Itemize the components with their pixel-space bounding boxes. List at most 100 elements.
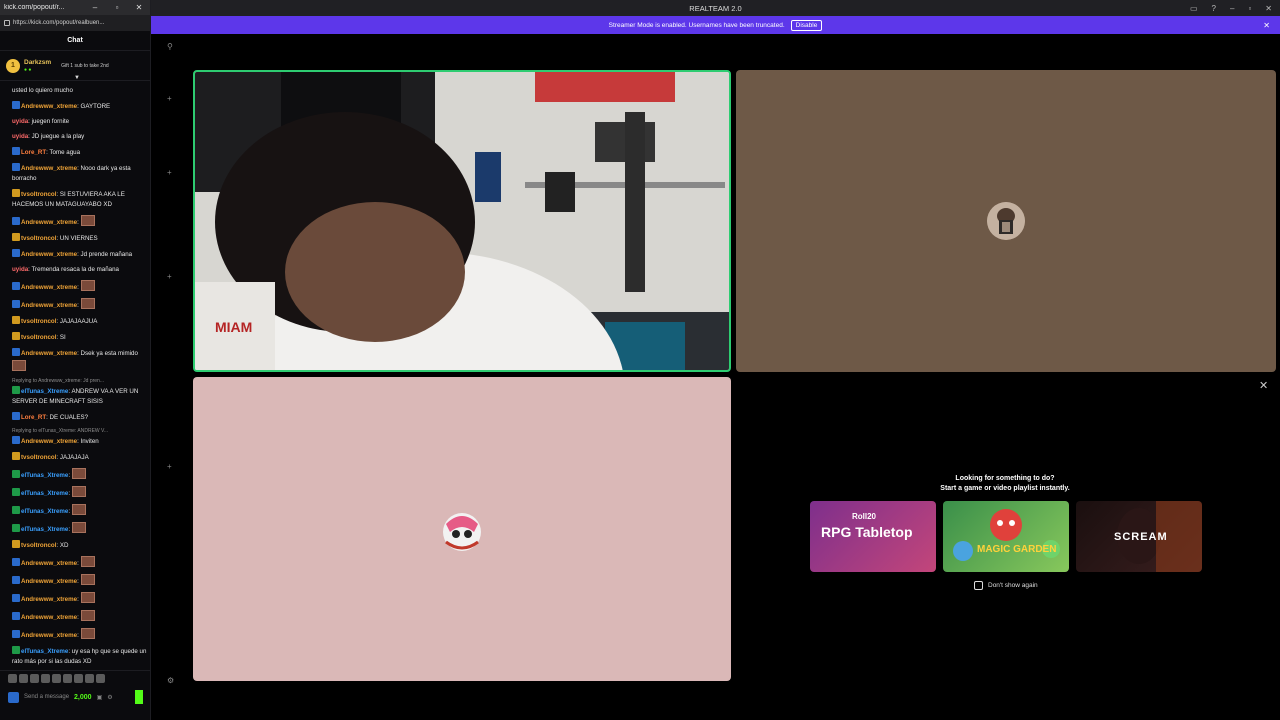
chat-message[interactable]: Andrewww_xtreme: [12,555,147,569]
chat-message[interactable]: elTunas_Xtreme: [12,467,147,481]
chat-message[interactable]: elTunas_Xtreme: [12,485,147,499]
chat-message[interactable]: Andrewww_xtreme: GAYTORE [12,101,147,112]
chevron-down-icon[interactable]: ▼ [74,75,80,81]
emote-icon[interactable] [85,674,94,683]
inbox-icon[interactable]: ▭ [1190,4,1198,13]
help-icon[interactable]: ? [1212,4,1216,13]
chat-username[interactable]: uyida [12,266,28,273]
emote-icon[interactable] [30,674,39,683]
chat-message[interactable]: elTunas_Xtreme: ANDREW VA A VER UN SERVE… [12,385,147,407]
chat-message[interactable]: usted lo quiero mucho [12,86,147,96]
emote-icon[interactable] [8,674,17,683]
chat-username[interactable]: Andrewww_xtreme [21,350,77,357]
chat-username[interactable]: Andrewww_xtreme [21,219,77,226]
chat-input[interactable]: Send a message [24,694,69,700]
minimize-icon[interactable]: – [1230,4,1234,13]
chat-username[interactable]: Andrewww_xtreme [21,284,77,291]
plus-icon[interactable]: + [167,462,172,471]
chat-username[interactable]: Andrewww_xtreme [21,632,77,639]
activity-card-magic-garden[interactable]: MAGIC GARDEN [943,501,1069,572]
chat-username[interactable]: Andrewww_xtreme [21,438,77,445]
chat-username[interactable]: elTunas_Xtreme [21,508,68,515]
chat-message[interactable]: Andrewww_xtreme: Jd prende mañana [12,249,147,260]
chat-message[interactable]: Andrewww_xtreme: [12,298,147,311]
dont-show-again-checkbox[interactable]: Don't show again [974,581,1038,590]
chat-username[interactable]: Andrewww_xtreme [21,302,77,309]
channel-points[interactable]: 2,000 [74,694,92,701]
chat-username[interactable]: elTunas_Xtreme [21,490,68,497]
chat-username[interactable]: Andrewww_xtreme [21,103,77,110]
chat-username[interactable]: Andrewww_xtreme [21,560,77,567]
maximize-icon[interactable]: ▫ [1248,4,1251,13]
plus-icon[interactable]: + [167,168,172,177]
plus-icon[interactable]: + [167,94,172,103]
disable-button[interactable]: Disable [790,19,823,31]
chat-message[interactable]: Andrewww_xtreme: [12,627,147,641]
chat-message[interactable]: tvsoltroncol: JAJAJAAJUA [12,316,147,327]
close-icon[interactable]: ✕ [1265,4,1272,13]
chat-message[interactable]: Andrewww_xtreme: Inviten [12,435,147,447]
chat-username[interactable]: elTunas_Xtreme [21,388,68,395]
emote-icon[interactable] [74,674,83,683]
chat-message[interactable]: uyida: JD juegue a la play [12,132,147,142]
send-button[interactable] [135,690,143,704]
emote-icon[interactable] [52,674,61,683]
activity-card-rpg-tabletop[interactable]: Roll20 RPG Tabletop [810,501,936,572]
user-icon[interactable]: ⚲ [167,42,173,51]
chat-username[interactable]: tvsoltroncol [21,454,56,461]
chat-message[interactable]: tvsoltroncol: SI ESTUVIERA AKA LE HACEMO… [12,189,147,210]
emote-icon[interactable] [96,674,105,683]
emote-icon[interactable] [41,674,50,683]
plus-icon[interactable]: + [167,272,172,281]
checkbox-icon[interactable] [974,581,983,590]
chat-message[interactable]: elTunas_Xtreme: [12,521,147,535]
chat-message[interactable]: elTunas_Xtreme: uy esa hp que se quede u… [12,645,147,667]
chat-username[interactable]: tvsoltroncol [21,318,56,325]
chat-username[interactable]: tvsoltroncol [21,191,56,198]
chat-message[interactable]: tvsoltroncol: JAJAJAJA [12,451,147,463]
chat-username[interactable]: Andrewww_xtreme [21,614,77,621]
chat-message[interactable]: Lore_RT: Tome agua [12,147,147,158]
emote-icon[interactable] [63,674,72,683]
chat-username[interactable]: Andrewww_xtreme [21,578,77,585]
chat-username[interactable]: Andrewww_xtreme [21,596,77,603]
chat-message[interactable]: Andrewww_xtreme: Nooo dark ya esta borra… [12,163,147,184]
chat-username[interactable]: tvsoltroncol [21,542,56,549]
activity-card-scream[interactable]: SCREAM [1076,501,1202,572]
chat-message[interactable]: uyida: juegen fornite [12,117,147,127]
chat-message[interactable]: Lore_RT: DE CUALES? [12,411,147,423]
chat-username[interactable]: Lore_RT [21,149,46,156]
chat-message-list[interactable]: usted lo quiero mucho Andrewww_xtreme: GA… [0,86,151,670]
chat-username[interactable]: elTunas_Xtreme [21,526,68,533]
minimize-icon[interactable]: – [84,3,106,12]
maximize-icon[interactable]: ▫ [106,3,128,12]
chat-username[interactable]: Andrewww_xtreme [21,165,77,172]
chat-username[interactable]: tvsoltroncol [21,334,56,341]
pinned-gift-banner[interactable]: 1 Darkzsm ● ● Gift 1 sub to take 2nd ▼ [0,51,150,81]
webcam-tile[interactable]: MIAM [193,70,731,372]
emote-icon[interactable] [19,674,28,683]
chat-username[interactable]: Andrewww_xtreme [21,251,77,258]
participant-tile[interactable] [193,377,731,681]
chat-username[interactable]: tvsoltroncol [21,235,56,242]
chat-message[interactable]: uyida: Tremenda resaca la de mañana [12,265,147,275]
chat-message[interactable]: Andrewww_xtreme: [12,573,147,587]
chat-message[interactable]: Andrewww_xtreme: [12,591,147,605]
settings-icon[interactable]: ⚙ [107,694,112,701]
chat-url-bar[interactable]: https://kick.com/popout/realbuen... [0,15,150,31]
close-icon[interactable]: ✕ [1259,379,1268,392]
participant-tile[interactable] [736,70,1276,372]
chat-message[interactable]: Andrewww_xtreme: [12,609,147,623]
settings-icon[interactable]: ⚙ [167,676,174,685]
chat-username[interactable]: elTunas_Xtreme [21,472,68,479]
chat-message[interactable]: tvsoltroncol: XD [12,539,147,551]
chat-username[interactable]: uyida [12,118,28,125]
chat-message[interactable]: Andrewww_xtreme: [12,215,147,228]
close-icon[interactable]: ✕ [128,3,150,12]
chat-username[interactable]: uyida [12,133,28,140]
gift-icon[interactable]: ▣ [97,694,103,701]
close-icon[interactable]: ✕ [1263,21,1270,30]
chat-message[interactable]: tvsoltroncol: SI [12,332,147,343]
chat-message[interactable]: Andrewww_xtreme: [12,280,147,293]
chat-message[interactable]: Andrewww_xtreme: Dsek ya esta mimido [12,348,147,372]
